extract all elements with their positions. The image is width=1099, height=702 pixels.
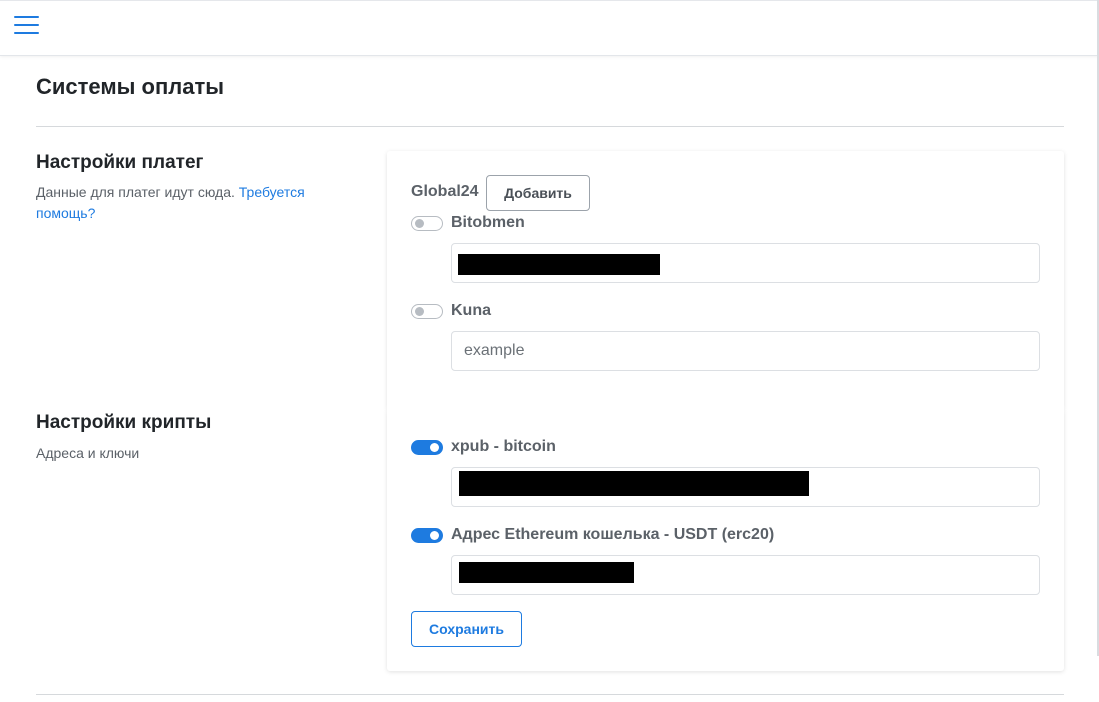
payments-section-heading: Настройки платег — [36, 152, 204, 173]
toggle-knob — [415, 307, 424, 316]
ethereum-usdt-input[interactable] — [451, 555, 1040, 595]
toggle-xpub-bitcoin[interactable] — [411, 440, 443, 455]
provider-label-bitobmen: Bitobmen — [451, 214, 525, 231]
toggle-bitobmen[interactable] — [411, 216, 443, 231]
divider — [36, 694, 1064, 695]
save-button[interactable]: Сохранить — [411, 611, 522, 647]
payments-section-description: Данные для платег идут сюда. Требуется п… — [36, 182, 336, 224]
crypto-section-heading: Настройки крипты — [36, 412, 212, 433]
payments-description-text: Данные для платег идут сюда. — [36, 184, 235, 200]
hamburger-line — [14, 32, 39, 34]
payment-systems-page: Системы оплаты Настройки платег Данные д… — [0, 0, 1099, 702]
crypto-label-ethereum-usdt: Адрес Ethereum кошелька - USDT (erc20) — [451, 526, 775, 543]
toggle-ethereum-usdt[interactable] — [411, 528, 443, 543]
kuna-input[interactable] — [451, 331, 1040, 371]
divider — [36, 126, 1064, 127]
toggle-knob — [430, 531, 439, 540]
toggle-knob — [430, 443, 439, 452]
hamburger-menu-icon[interactable] — [14, 14, 40, 36]
bitobmen-input[interactable] — [451, 243, 1040, 283]
top-navbar — [0, 0, 1099, 56]
crypto-label-xpub-bitcoin: xpub - bitcoin — [451, 438, 556, 455]
toggle-knob — [415, 219, 424, 228]
provider-label-global24: Global24 — [411, 183, 479, 200]
hamburger-line — [14, 16, 39, 18]
toggle-kuna[interactable] — [411, 304, 443, 319]
page-title: Системы оплаты — [36, 74, 225, 99]
provider-label-kuna: Kuna — [451, 302, 491, 319]
hamburger-line — [14, 24, 39, 26]
crypto-section-description: Адреса и ключи — [36, 445, 140, 461]
xpub-bitcoin-input[interactable] — [451, 467, 1040, 507]
add-button[interactable]: Добавить — [486, 175, 590, 211]
